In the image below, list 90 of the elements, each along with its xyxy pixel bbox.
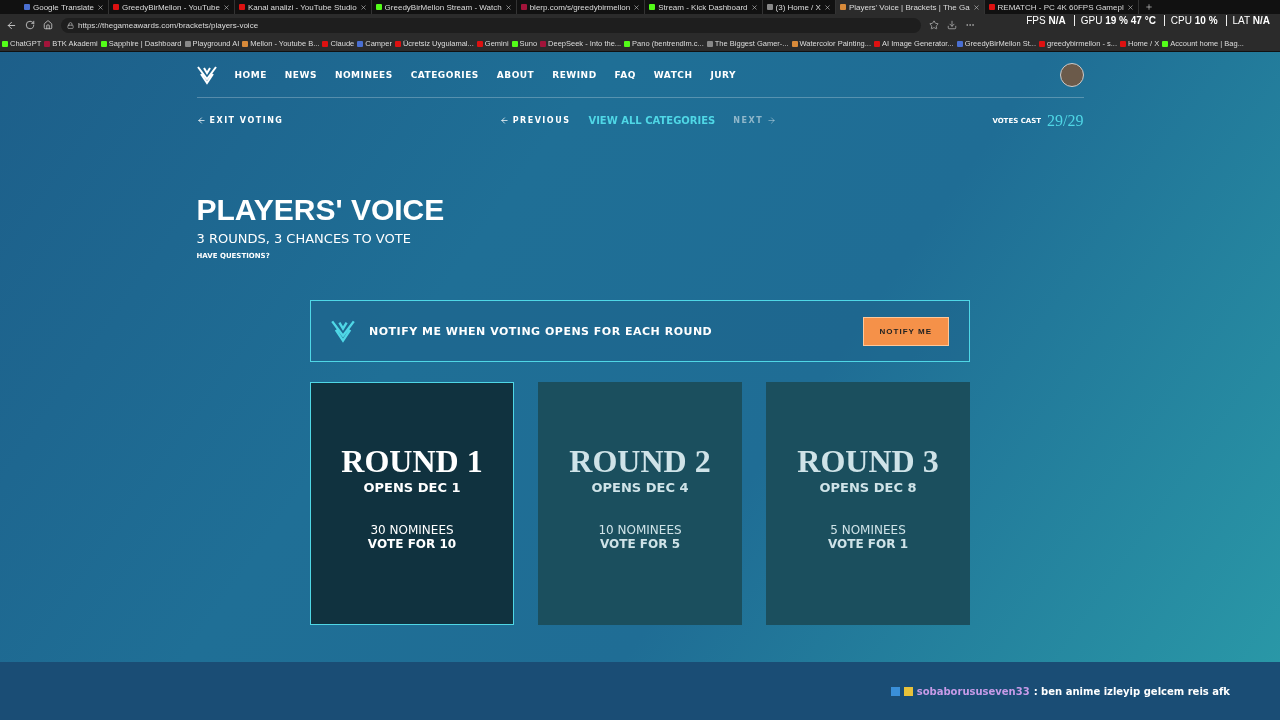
close-icon[interactable] [633,3,641,11]
bookmark-favicon [44,40,51,47]
bookmark-favicon [394,40,401,47]
vote-count: VOTE FOR 1 [828,537,908,551]
page-subtitle: 3 ROUNDS, 3 CHANCES TO VOTE [196,231,411,246]
chat-message: : ben anime izleyip gelcem reis afk [1033,685,1230,697]
bookmark-favicon [357,40,364,47]
bookmark-favicon [1162,40,1169,47]
badge-icon [890,686,900,696]
bookmark-favicon [2,40,8,47]
close-icon[interactable] [96,3,104,11]
star-icon[interactable] [929,20,939,30]
home-icon[interactable] [43,20,53,30]
close-icon[interactable] [222,3,230,11]
logo-icon [196,64,217,85]
previous-link[interactable]: PREVIOUS [499,116,571,125]
nav-link[interactable]: NEWS [284,69,317,80]
nominee-count: 30 NOMINEES [370,523,454,537]
bookmark-favicon [624,40,631,47]
bookmark-favicon [322,40,329,47]
bookmark-favicon [476,40,483,47]
performance-stat: GPU 19 % 47 °C [1073,15,1156,26]
tab-favicon [238,4,245,10]
tab-favicon [375,4,382,10]
close-icon[interactable] [1126,3,1134,11]
bookmark-favicon [791,40,798,47]
bookmark-favicon [511,40,518,47]
back-icon[interactable] [6,19,17,31]
tab-favicon [112,4,119,10]
bookmark-favicon [184,40,191,47]
bookmark-favicon [540,40,547,47]
close-icon[interactable] [504,3,512,11]
bookmark-favicon [956,40,963,47]
nominee-count: 5 NOMINEES [830,523,906,537]
notify-text: NOTIFY ME WHEN VOTING OPENS FOR EACH ROUND [369,324,714,338]
tab-favicon [24,4,30,10]
nav-link[interactable]: CATEGORIES [410,69,479,80]
lock-icon [67,21,74,29]
arrow-left-icon [499,116,509,125]
close-icon[interactable] [972,3,980,11]
round-date: OPENS DEC 1 [363,480,461,495]
browser-tab[interactable]: Players' Voice | Brackets | The Ga [835,0,985,14]
chat-username: sobaborususeven33 [916,685,1030,697]
nominee-count: 10 NOMINEES [598,523,682,537]
round-date: OPENS DEC 8 [819,480,917,495]
nav-link[interactable]: REWIND [552,69,597,80]
download-icon[interactable] [947,20,957,30]
page-title: PLAYERS' VOICE [196,193,445,227]
performance-stat: LAT N/A [1225,15,1270,26]
arrow-left-icon [196,116,206,125]
round-card[interactable]: ROUND 1 OPENS DEC 1 30 NOMINEES VOTE FOR 10 [310,382,514,625]
address-field[interactable]: https://thegameawards.com/brackets/players-voice [61,17,921,33]
bookmark-favicon [242,40,249,47]
close-icon[interactable] [750,3,758,11]
performance-stat: CPU 10 % [1163,15,1218,26]
nav-link[interactable]: NOMINEES [334,69,393,80]
tab-favicon [520,4,527,10]
tab-favicon [649,4,656,10]
logo-icon [331,319,355,343]
round-card[interactable]: ROUND 3 OPENS DEC 8 5 NOMINEES VOTE FOR 1 [766,382,970,625]
nav-link[interactable]: ABOUT [496,69,535,80]
close-icon[interactable] [823,3,831,11]
notify-button[interactable]: NOTIFY ME [862,316,949,346]
nav-link[interactable]: JURY [710,69,737,80]
bookmark-favicon [874,40,880,47]
nav-link[interactable]: FAQ [614,69,636,80]
round-card[interactable]: ROUND 2 OPENS DEC 4 10 NOMINEES VOTE FOR 5 [538,382,742,625]
bookmark-favicon [100,40,107,47]
tab-favicon [839,4,846,10]
round-date: OPENS DEC 4 [591,480,689,495]
tab-favicon [988,4,995,10]
bookmark-favicon [706,40,713,47]
tab-favicon [766,4,773,10]
bookmark-favicon [1039,40,1045,47]
bookmark-favicon [1120,40,1126,47]
reload-icon[interactable] [25,20,35,30]
arrow-right-icon [767,116,777,125]
close-icon[interactable] [359,3,367,11]
new-tab-icon[interactable] [1144,3,1153,11]
round-title: ROUND 2 [569,443,711,480]
avatar[interactable] [1059,62,1084,87]
nav-link[interactable]: WATCH [653,69,693,80]
nav-link[interactable]: HOME [234,69,267,80]
votes-count: 29/29 [1047,111,1084,130]
exit-voting-link[interactable]: EXIT VOTING [196,116,284,125]
round-title: ROUND 1 [341,443,483,480]
round-title: ROUND 3 [797,443,939,480]
vote-count: VOTE FOR 5 [600,537,680,551]
performance-stat: FPS N/A [1025,15,1066,26]
vote-count: VOTE FOR 10 [367,537,457,551]
